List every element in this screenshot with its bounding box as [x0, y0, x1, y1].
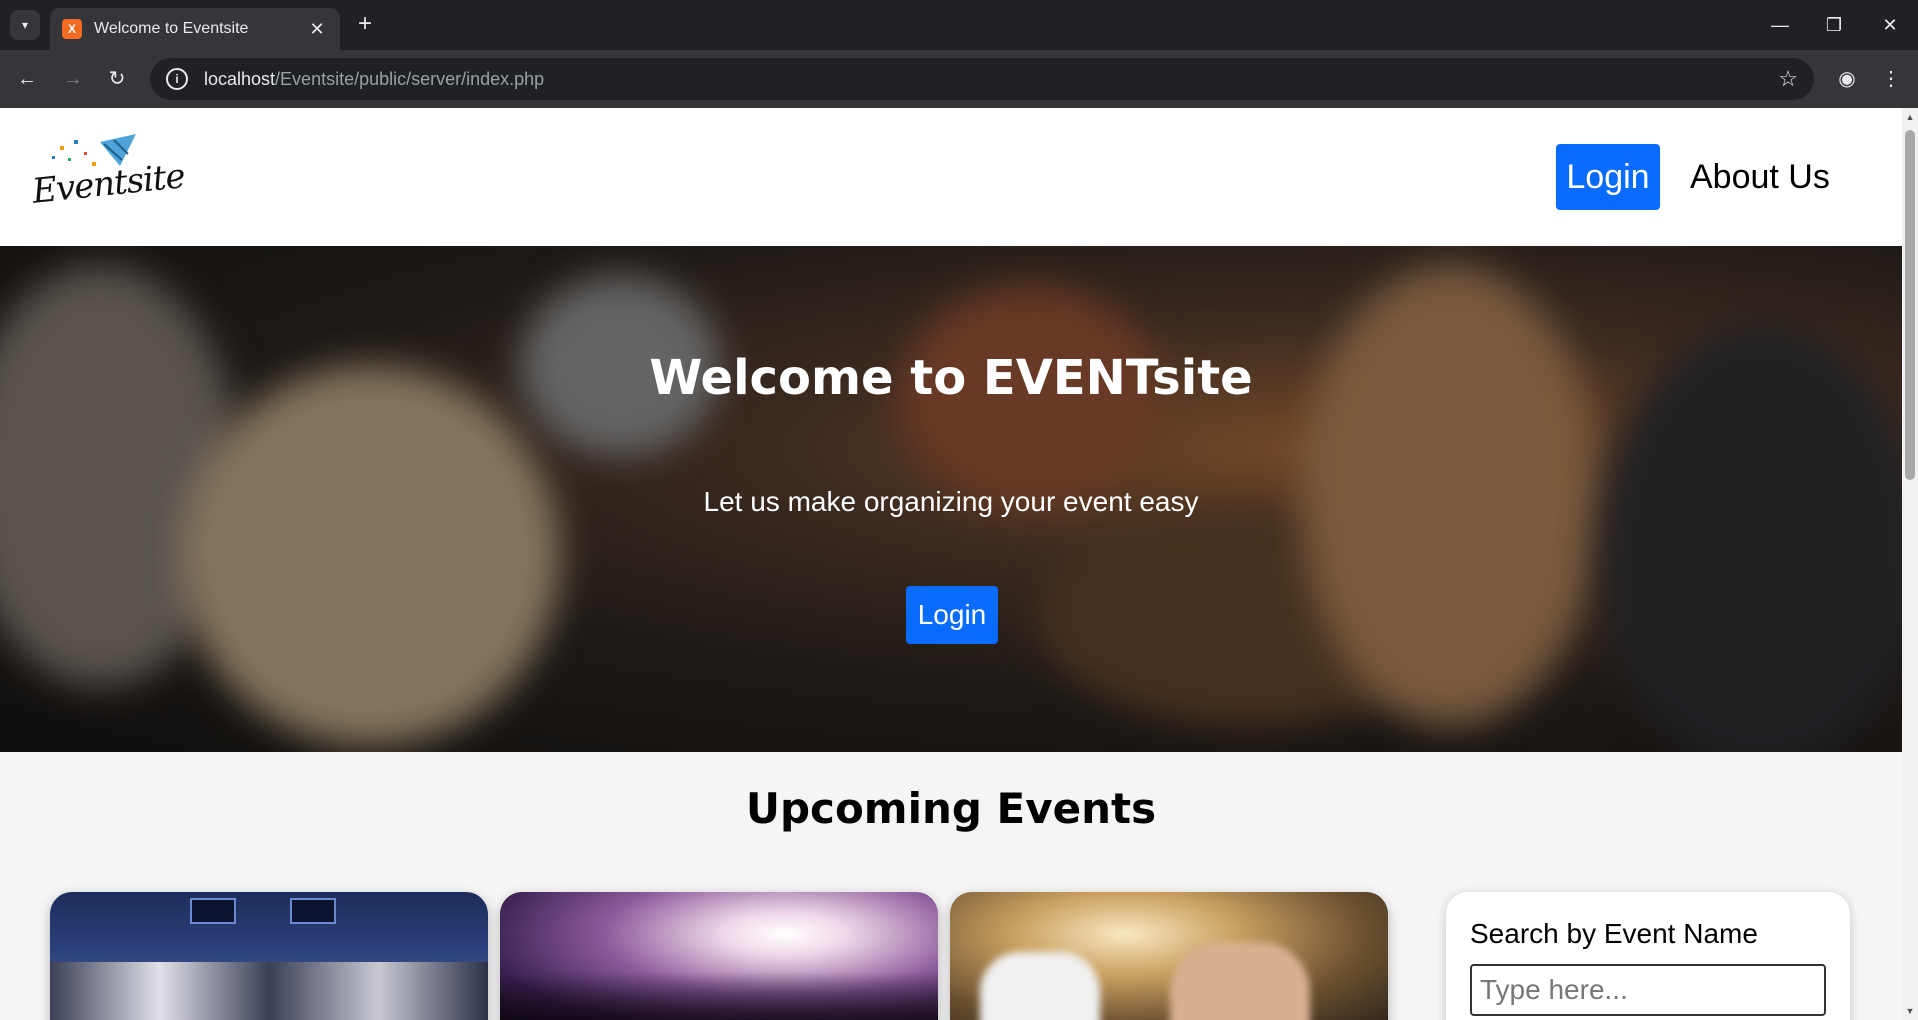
about-us-link[interactable]: About Us — [1690, 152, 1830, 202]
diner-shape — [1170, 942, 1310, 1020]
crowd-shape — [500, 972, 938, 1020]
url-path: /Eventsite/public/server/index.php — [275, 68, 545, 89]
tab-title: Welcome to Eventsite — [94, 20, 249, 37]
site-header: Eventsite Login About Us — [0, 108, 1902, 246]
browser-toolbar: ← → ↻ i localhost/Eventsite/public/serve… — [0, 50, 1918, 108]
upcoming-events-title: Upcoming Events — [745, 784, 1157, 833]
search-panel: Search by Event Name — [1446, 892, 1850, 1020]
hero-login-button[interactable]: Login — [906, 586, 998, 644]
hero-title: Welcome to EVENTsite — [649, 350, 1253, 406]
address-bar[interactable]: i localhost/Eventsite/public/server/inde… — [150, 58, 1814, 100]
event-image — [50, 892, 488, 1020]
page-scrollbar[interactable]: ▲ ▼ — [1902, 108, 1918, 1020]
bookmark-star-icon[interactable]: ☆ — [1778, 66, 1798, 92]
event-card[interactable] — [50, 892, 488, 1020]
hero-banner: Welcome to EVENTsite Let us make organiz… — [0, 246, 1902, 752]
screen-shape — [190, 898, 236, 924]
event-card[interactable] — [950, 892, 1388, 1020]
diner-shape — [980, 952, 1100, 1020]
search-label: Search by Event Name — [1470, 918, 1758, 949]
event-card[interactable] — [500, 892, 938, 1020]
browser-tab[interactable]: X Welcome to Eventsite ✕ — [50, 8, 340, 50]
tab-search-button[interactable]: ▾ — [10, 10, 40, 40]
minimize-button[interactable]: — — [1760, 10, 1800, 40]
new-tab-button[interactable]: + — [352, 12, 378, 38]
screen-shape — [290, 898, 336, 924]
site-info-icon[interactable]: i — [166, 68, 188, 90]
scroll-down-icon[interactable]: ▼ — [1905, 1006, 1915, 1016]
forward-button[interactable]: → — [58, 64, 88, 94]
scroll-up-icon[interactable]: ▲ — [1905, 112, 1915, 122]
back-button[interactable]: ← — [12, 64, 42, 94]
close-tab-icon[interactable]: ✕ — [306, 19, 328, 40]
favicon-icon: X — [62, 19, 82, 39]
event-search-input[interactable] — [1470, 964, 1826, 1016]
scrollbar-thumb[interactable] — [1905, 130, 1915, 480]
event-image — [500, 892, 938, 1020]
page-viewport: Eventsite Login About Us Welcome to EVEN… — [0, 108, 1918, 1020]
reload-button[interactable]: ↻ — [102, 64, 132, 94]
url-host: localhost — [204, 68, 276, 89]
profile-icon[interactable]: ◉ — [1832, 64, 1862, 94]
site-logo[interactable]: Eventsite — [30, 132, 187, 212]
audience-shape — [50, 962, 488, 1020]
hero-subtitle: Let us make organizing your event easy — [703, 486, 1199, 517]
close-window-button[interactable]: ✕ — [1870, 10, 1910, 40]
menu-kebab-icon[interactable]: ⋮ — [1876, 64, 1906, 94]
restore-button[interactable]: ❐ — [1814, 10, 1854, 40]
browser-tabbar: ▾ X Welcome to Eventsite ✕ + — ❐ ✕ — [0, 0, 1918, 50]
header-login-button[interactable]: Login — [1556, 144, 1660, 210]
event-image — [950, 892, 1388, 1020]
